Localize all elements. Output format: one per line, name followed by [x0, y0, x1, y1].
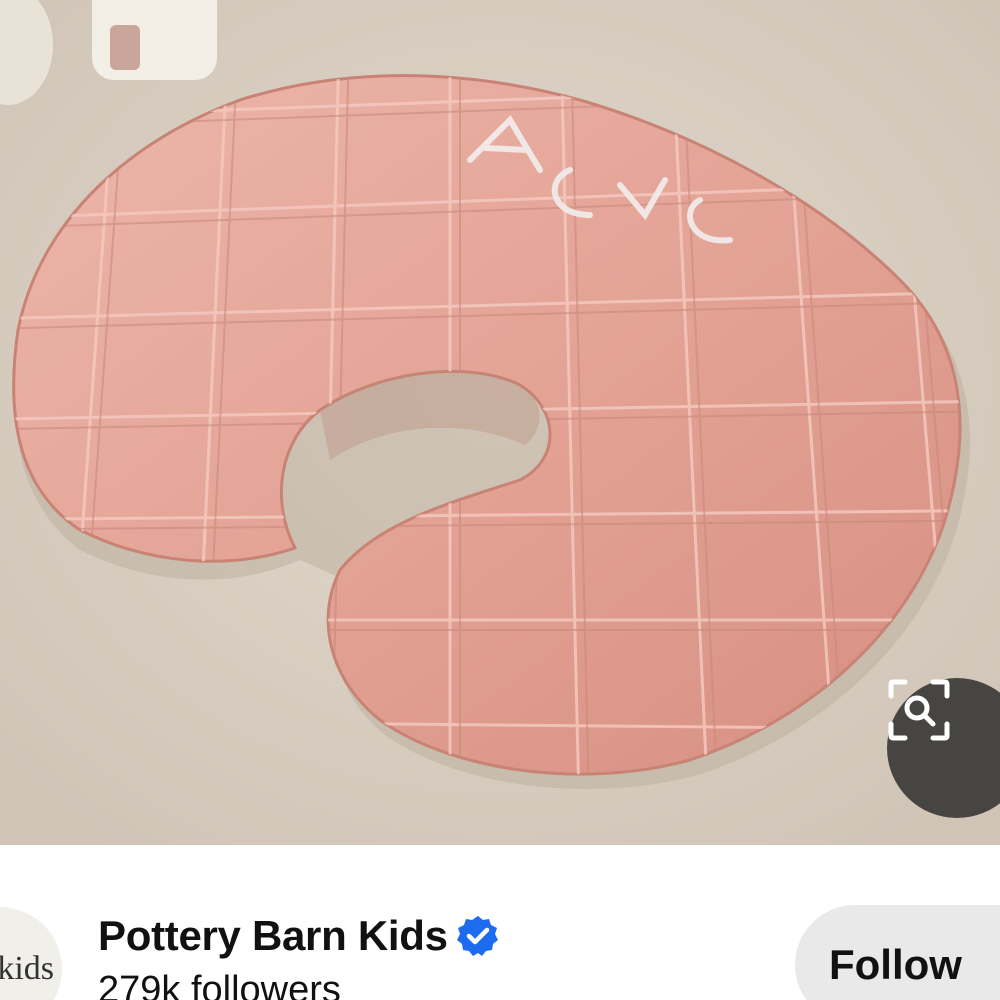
creator-footer: kids Pottery Barn Kids 279k followers Fo…	[0, 845, 1000, 1000]
avatar-text: kids	[0, 950, 54, 987]
creator-name-row[interactable]: Pottery Barn Kids	[98, 911, 500, 961]
creator-name[interactable]: Pottery Barn Kids	[98, 912, 448, 960]
verified-badge-icon	[456, 916, 498, 956]
nursing-pillow-photo	[0, 0, 1000, 845]
pin-image[interactable]	[0, 0, 1000, 845]
visual-search-icon	[888, 679, 950, 741]
follower-count: 279k followers	[98, 969, 341, 1000]
avatar[interactable]: kids	[0, 907, 62, 1000]
follow-button[interactable]: Follow	[795, 905, 1000, 1000]
